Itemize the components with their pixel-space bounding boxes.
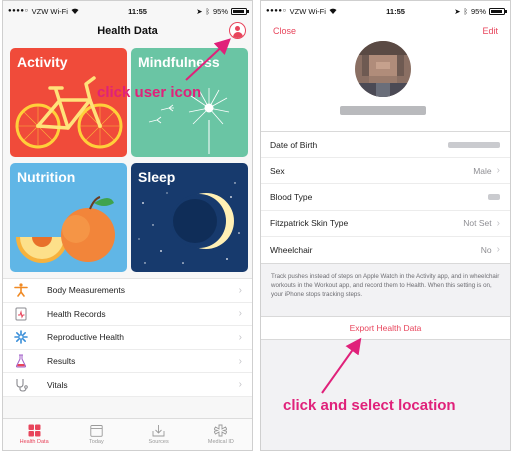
mindfulness-tile-label: Mindfulness [138,54,220,70]
field-row-wheelchair[interactable]: Wheelchair No › [261,237,510,263]
health-records-icon [11,306,31,322]
nutrition-tile[interactable]: Nutrition [10,163,127,272]
profile-header [261,41,510,132]
blurred-user-name [340,106,426,115]
tab-sources[interactable]: Sources [128,419,190,450]
chevron-right-icon: › [238,308,242,320]
field-label: Blood Type [270,191,313,202]
field-label: Fitzpatrick Skin Type [270,218,349,229]
field-value: Male [473,165,492,176]
edit-button[interactable]: Edit [482,26,498,36]
wifi-icon [329,8,337,14]
category-label: Vitals [47,379,68,390]
tab-label: Health Data [19,439,49,445]
calendar-icon [90,425,103,437]
chevron-right-icon: › [238,284,242,296]
field-row-blood-type[interactable]: Blood Type [261,184,510,211]
annotation-click-select-location: click and select location [283,397,456,414]
export-label: Export Health Data [349,323,422,333]
redacted-value [488,193,500,200]
profile-screen: ●●●●○ VZW Wi-Fi 11:55 ➤ ᛒ 95% Close Edit [260,0,511,451]
tab-label: Medical ID [207,439,234,445]
mindfulness-tile[interactable]: Mindfulness [131,48,248,157]
health-data-screen: ●●●●○ VZW Wi-Fi 11:55 ➤ ᛒ 95% Health Dat… [2,0,253,451]
category-row-vitals[interactable]: Vitals › [3,373,252,397]
nutrition-tile-label: Nutrition [17,169,76,185]
status-bar: ●●●●○ VZW Wi-Fi 11:55 ➤ ᛒ 95% [3,1,252,21]
activity-tile-label: Activity [17,54,68,70]
wifi-icon [71,8,79,14]
close-button[interactable]: Close [273,26,296,36]
tab-label: Sources [148,439,169,445]
wheelchair-footnote: Track pushes instead of steps on Apple W… [271,272,500,298]
battery-icon [489,7,507,15]
field-row-sex[interactable]: Sex Male › [261,158,510,185]
field-value: Not Set [463,218,492,229]
category-label: Health Records [47,308,106,319]
battery-percent: 95% [470,6,486,16]
field-value: No [480,244,492,255]
battery-percent: 95% [212,6,228,16]
category-row-results[interactable]: Results › [3,350,252,374]
category-list: Body Measurements › Health Records › Rep… [3,278,252,397]
page-title: Health Data [97,25,158,37]
field-label: Date of Birth [270,139,318,150]
chevron-right-icon: › [496,165,500,177]
signal-icon: ●●●●○ [266,8,287,14]
category-label: Results [47,356,76,367]
activity-tile[interactable]: Activity [10,48,127,157]
body-measurements-icon [11,282,31,298]
profile-info-list: Date of Birth Sex Male › Blood Type Fitzp… [261,132,510,264]
export-health-data-button[interactable]: Export Health Data [261,316,510,340]
nav-bar: Health Data [3,21,252,41]
category-row-health-records[interactable]: Health Records › [3,303,252,327]
health-data-grid-icon [28,424,41,437]
carrier-label: VZW Wi-Fi [289,6,326,16]
field-row-fitzpatrick-skin-type[interactable]: Fitzpatrick Skin Type Not Set › [261,211,510,237]
chevron-right-icon: › [238,355,242,367]
bluetooth-icon: ᛒ [205,6,210,16]
user-profile-button[interactable] [229,22,246,39]
location-icon: ➤ [196,6,203,16]
medical-id-icon [214,424,228,437]
chevron-right-icon: › [238,379,242,391]
reproductive-health-icon [11,329,31,345]
tab-medical-id[interactable]: Medical ID [190,419,252,450]
category-row-reproductive-health[interactable]: Reproductive Health › [3,326,252,350]
user-icon [235,25,240,31]
chevron-right-icon: › [496,217,500,229]
signal-icon: ●●●●○ [8,8,29,14]
tab-label: Today [89,439,104,445]
location-icon: ➤ [454,6,461,16]
chevron-right-icon: › [496,244,500,256]
field-row-date-of-birth[interactable]: Date of Birth [261,132,510,159]
tab-bar: Health Data Today Sources Medical ID [3,418,252,450]
category-label: Body Measurements [47,285,125,296]
sleep-tile[interactable]: Sleep [131,163,248,272]
field-label: Sex [270,165,285,176]
sources-download-icon [152,425,165,437]
annotation-click-user-icon: click user icon [97,84,202,101]
status-time: 11:55 [386,6,405,16]
bluetooth-icon: ᛒ [463,6,468,16]
sleep-tile-label: Sleep [138,169,176,185]
tab-health-data[interactable]: Health Data [3,419,65,450]
field-label: Wheelchair [270,244,313,255]
chevron-right-icon: › [238,331,242,343]
results-flask-icon [11,353,31,369]
category-row-body-measurements[interactable]: Body Measurements › [3,279,252,303]
avatar[interactable] [355,41,411,97]
tab-today[interactable]: Today [65,419,127,450]
redacted-value [448,141,500,148]
nav-bar: Close Edit [261,21,510,41]
carrier-label: VZW Wi-Fi [31,6,68,16]
status-bar: ●●●●○ VZW Wi-Fi 11:55 ➤ ᛒ 95% [261,1,510,21]
category-label: Reproductive Health [47,332,125,343]
vitals-stethoscope-icon [11,377,31,393]
battery-icon [231,7,249,15]
status-time: 11:55 [128,6,147,16]
